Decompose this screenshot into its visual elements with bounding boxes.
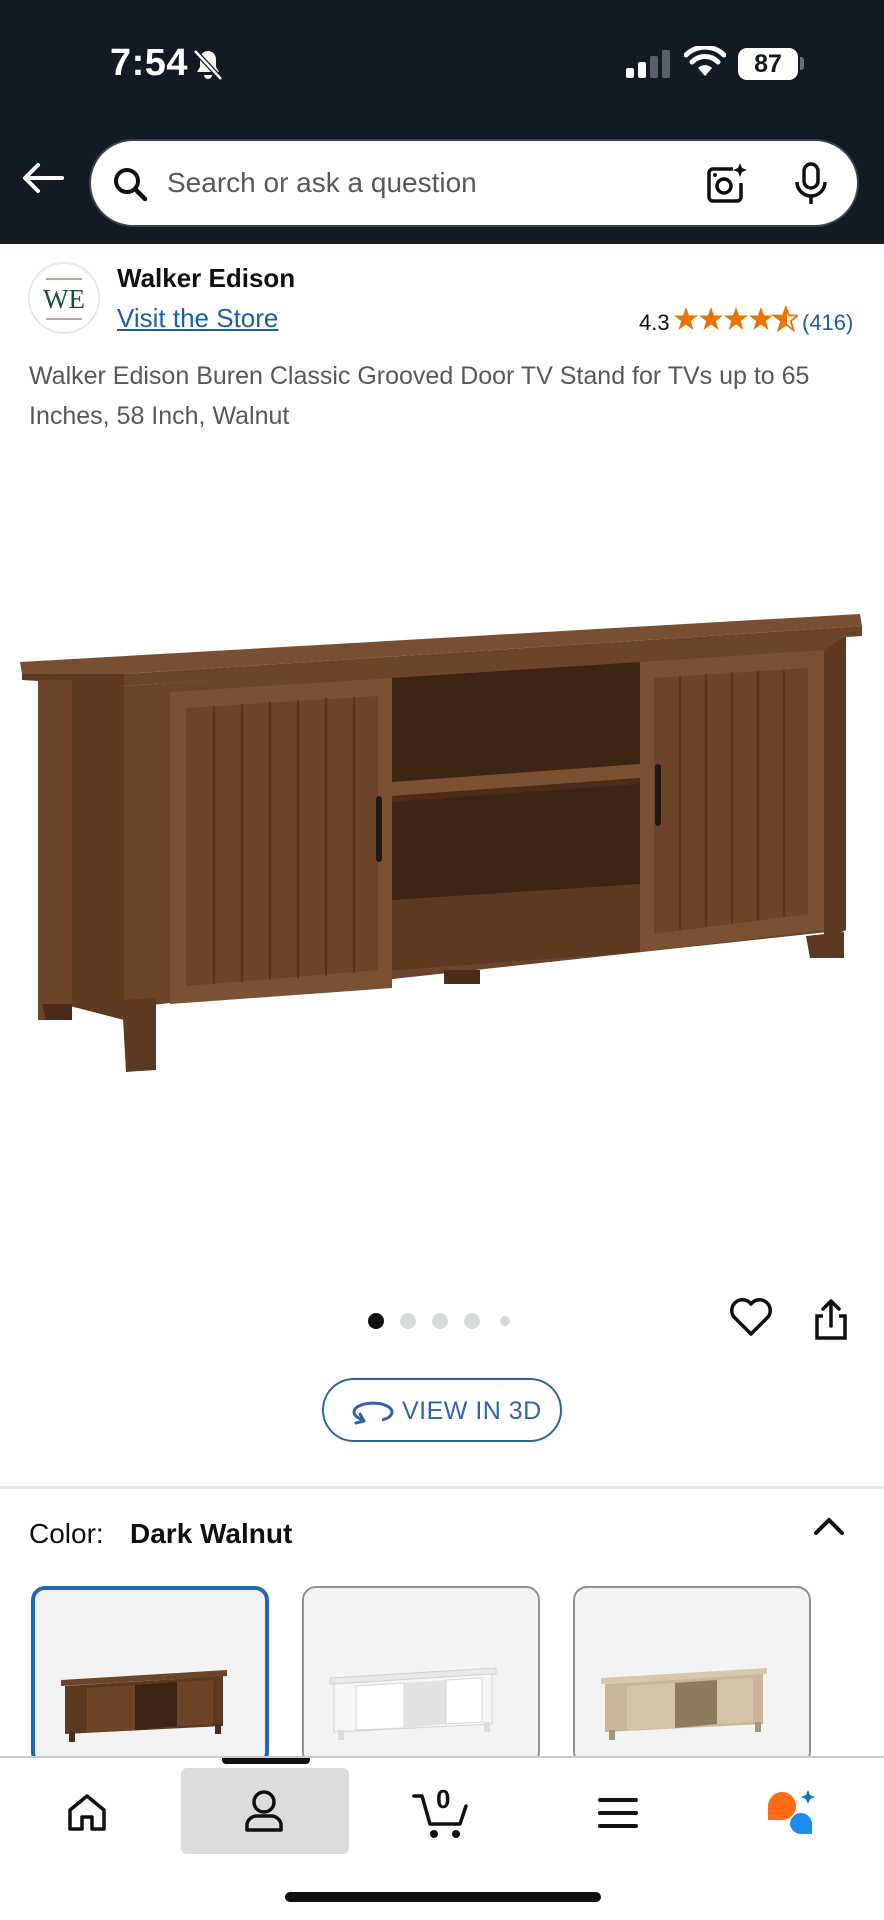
- share-icon[interactable]: [811, 1298, 851, 1342]
- battery-indicator: 87: [738, 48, 798, 80]
- section-divider: [0, 1486, 884, 1489]
- app-header: 7:54 87 Search or ask a question: [0, 0, 884, 244]
- nav-menu[interactable]: [535, 1768, 703, 1854]
- product-image[interactable]: [0, 600, 884, 1080]
- view-in-3d-button[interactable]: VIEW IN 3D: [322, 1378, 562, 1442]
- status-time: 7:54: [110, 42, 189, 84]
- half-star-icon: [771, 306, 798, 333]
- battery-tip: [800, 57, 804, 70]
- nav-rufus[interactable]: [712, 1768, 880, 1854]
- rufus-ai-icon: [768, 1790, 815, 1835]
- color-swatch-dark-walnut[interactable]: [31, 1586, 269, 1766]
- brand-logo[interactable]: WE: [28, 262, 100, 334]
- signal-icon: [626, 50, 670, 78]
- color-swatch-light-oak[interactable]: [573, 1586, 811, 1766]
- active-tab-indicator: [222, 1758, 310, 1764]
- color-selected-value: Dark Walnut: [130, 1518, 293, 1549]
- carousel-dot[interactable]: [432, 1313, 448, 1329]
- swatch-thumbnail: [61, 1670, 227, 1742]
- heart-icon[interactable]: [728, 1296, 774, 1338]
- account-icon: [245, 1790, 283, 1832]
- visit-store-link[interactable]: Visit the Store: [117, 303, 278, 334]
- menu-icon: [598, 1798, 638, 1828]
- carousel-dot[interactable]: [500, 1316, 510, 1326]
- nav-account[interactable]: [181, 1768, 349, 1854]
- chevron-up-icon[interactable]: [812, 1514, 846, 1538]
- microphone-icon[interactable]: [791, 161, 831, 207]
- product-title: Walker Edison Buren Classic Grooved Door…: [29, 362, 810, 430]
- search-placeholder: Search or ask a question: [167, 167, 477, 198]
- color-swatch-white[interactable]: [302, 1586, 540, 1766]
- back-arrow-icon[interactable]: [22, 162, 64, 194]
- nav-home[interactable]: [4, 1768, 172, 1854]
- cart-count: 0: [436, 1784, 451, 1814]
- star-icon: [674, 307, 773, 330]
- logo-rule: [46, 278, 82, 280]
- bell-slash-icon: [193, 49, 223, 81]
- brand-logo-text: WE: [43, 284, 85, 314]
- carousel-dot[interactable]: [464, 1313, 480, 1329]
- logo-rule: [46, 318, 82, 320]
- brand-name: Walker Edison: [117, 263, 296, 293]
- rotate-3d-icon: [352, 1401, 394, 1425]
- home-indicator: [285, 1892, 601, 1902]
- star-rating[interactable]: [674, 306, 798, 334]
- swatch-thumbnail: [329, 1667, 497, 1740]
- carousel-dot[interactable]: [400, 1313, 416, 1329]
- wifi-icon: [684, 46, 726, 76]
- swatch-thumbnail: [601, 1668, 767, 1740]
- view-in-3d-label: VIEW IN 3D: [402, 1397, 542, 1425]
- home-icon: [68, 1794, 106, 1831]
- review-count[interactable]: (416): [802, 310, 853, 336]
- search-icon: [114, 168, 148, 202]
- camera-lens-icon[interactable]: [703, 161, 749, 207]
- rating-value: 4.3: [639, 310, 670, 335]
- carousel-dot-active[interactable]: [368, 1313, 384, 1329]
- color-label: Color:: [29, 1518, 104, 1549]
- search-input[interactable]: Search or ask a question: [89, 139, 859, 227]
